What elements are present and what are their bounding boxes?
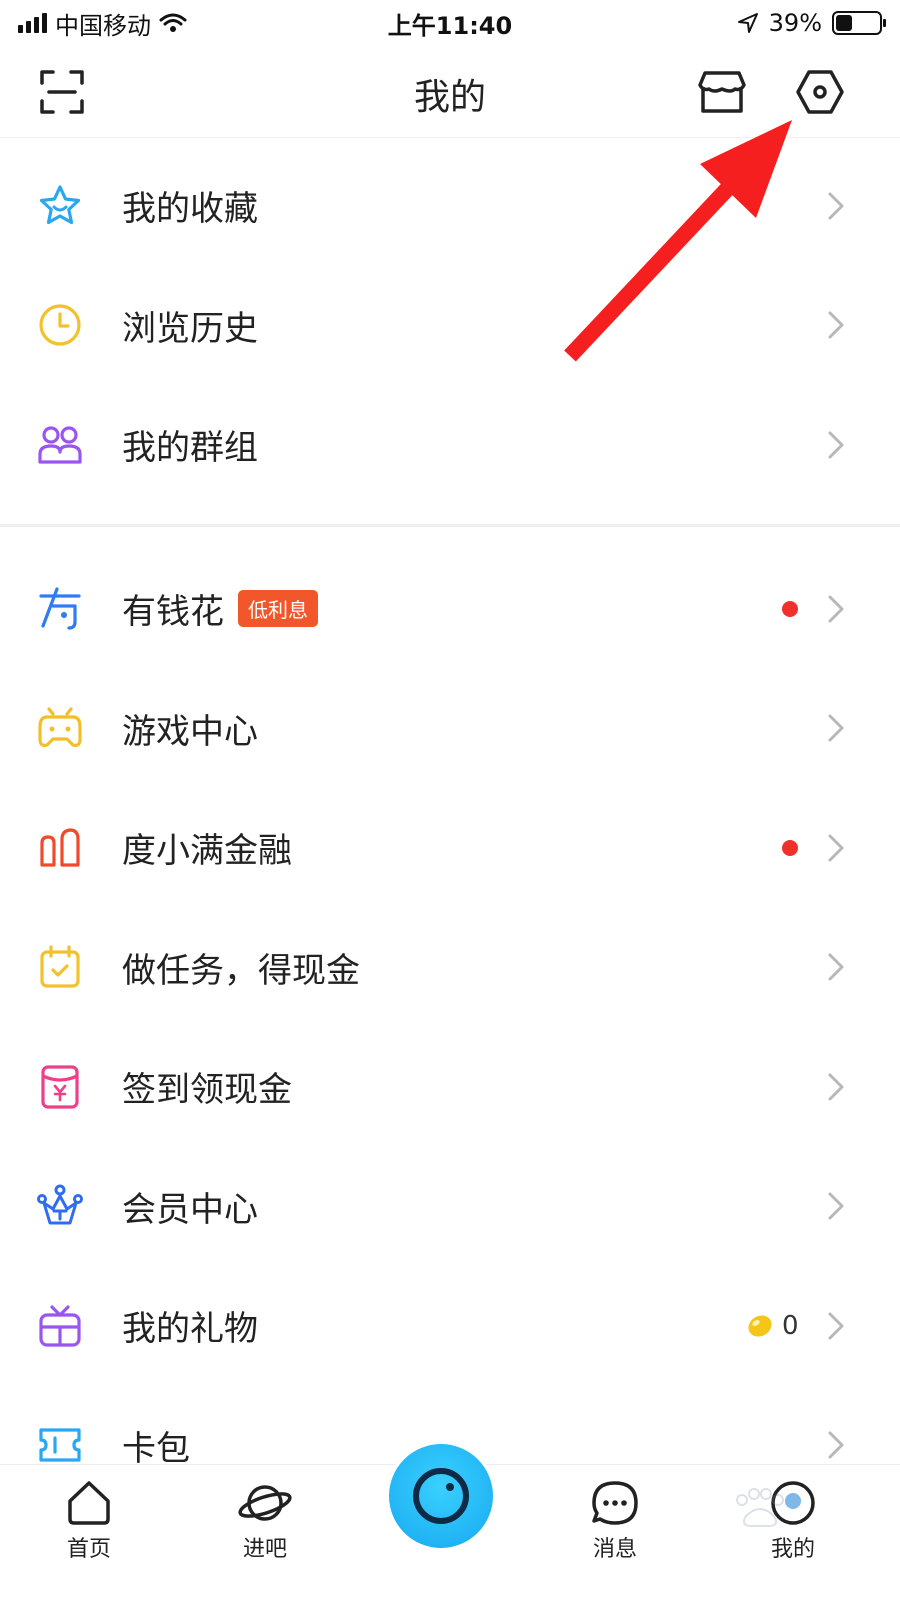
chevron-right-icon (828, 431, 844, 459)
duxiaoman-icon (36, 824, 84, 872)
signal-icon (18, 13, 47, 33)
status-right: 39% (737, 9, 886, 37)
gift-count-value: 0 (782, 1310, 799, 1341)
status-left: 中国移动 (18, 6, 187, 41)
chevron-right-icon (828, 834, 844, 862)
gamepad-icon (36, 704, 84, 752)
menu-item-tasks[interactable]: 做任务，得现金 (0, 908, 900, 1028)
menu-section-2: 有钱花 低利息 游戏中心 度小满金融 做任务，得现金 签到领现金 会员中心 我的… (0, 549, 900, 1505)
settings-icon (796, 70, 844, 114)
baidu-watermark-icon (736, 1488, 784, 1527)
chevron-right-icon (828, 1312, 844, 1340)
notification-dot (782, 839, 798, 856)
menu-item-checkin[interactable]: 签到领现金 (0, 1027, 900, 1147)
clock-icon (36, 301, 84, 349)
chevron-right-icon (828, 1073, 844, 1101)
gold-bean-icon (748, 1315, 772, 1337)
section-divider (0, 524, 900, 527)
chevron-right-icon (828, 714, 844, 742)
chevron-right-icon (828, 953, 844, 981)
chevron-right-icon (828, 1431, 844, 1459)
calendar-check-icon (36, 943, 84, 991)
menu-item-label: 有钱花 低利息 (122, 584, 318, 633)
store-icon (698, 71, 746, 113)
tab-messages[interactable]: 消息 (560, 1479, 670, 1563)
camera-icon (389, 1444, 493, 1548)
chevron-right-icon (828, 192, 844, 220)
menu-item-label: 我的群组 (122, 428, 258, 469)
home-icon (68, 1481, 110, 1525)
group-icon (36, 421, 84, 469)
menu-item-label: 我的礼物 (122, 1309, 258, 1350)
tab-home[interactable]: 首页 (34, 1479, 144, 1563)
settings-button[interactable] (792, 64, 848, 120)
tab-label: 首页 (66, 1537, 111, 1562)
message-icon (592, 1481, 638, 1525)
location-arrow-icon (737, 13, 758, 33)
status-bar: 中国移动 上午11:40 39% (0, 0, 900, 46)
menu-item-label: 浏览历史 (122, 308, 258, 349)
page-title: 我的 (413, 77, 486, 118)
store-button[interactable] (694, 64, 750, 120)
menu-item-membership[interactable]: 会员中心 (0, 1147, 900, 1267)
menu-item-groups[interactable]: 我的群组 (0, 385, 900, 505)
notification-dot (782, 600, 798, 617)
menu-item-label: 签到领现金 (122, 1070, 292, 1111)
tab-tieba[interactable]: 进吧 (210, 1479, 320, 1563)
tab-label: 进吧 (242, 1537, 287, 1562)
ticket-icon (36, 1421, 84, 1469)
carrier-name: 中国移动 (55, 11, 151, 40)
chevron-right-icon (828, 311, 844, 339)
header: 我的 (0, 46, 900, 138)
tab-label: 消息 (592, 1537, 637, 1562)
menu-item-label: 游戏中心 (122, 711, 258, 752)
red-envelope-icon (36, 1063, 84, 1111)
menu-item-label: 度小满金融 (122, 831, 292, 872)
planet-icon (238, 1485, 292, 1521)
menu-item-label: 做任务，得现金 (122, 950, 360, 991)
menu-item-label: 我的收藏 (122, 189, 258, 230)
gift-count: 0 (746, 1311, 799, 1341)
menu-item-label: 会员中心 (122, 1189, 258, 1230)
crown-icon (36, 1182, 84, 1230)
menu-item-label: 卡包 (122, 1428, 190, 1469)
menu-item-game-center[interactable]: 游戏中心 (0, 669, 900, 789)
battery-level (836, 15, 853, 31)
wifi-icon (159, 13, 187, 32)
menu-section-1: 我的收藏 浏览历史 我的群组 (0, 146, 900, 505)
low-interest-badge: 低利息 (238, 590, 318, 628)
chevron-right-icon (828, 595, 844, 623)
menu-item-youqianhua[interactable]: 有钱花 低利息 (0, 549, 900, 669)
youqianhua-icon (36, 585, 84, 633)
menu-item-history[interactable]: 浏览历史 (0, 266, 900, 386)
gift-icon (36, 1302, 84, 1350)
camera-button[interactable] (386, 1441, 496, 1551)
menu-item-gifts[interactable]: 我的礼物 0 (0, 1266, 900, 1386)
battery-icon (832, 11, 886, 35)
menu-item-duxiaoman[interactable]: 度小满金融 (0, 788, 900, 908)
star-icon (36, 182, 84, 230)
menu-item-favorites[interactable]: 我的收藏 (0, 146, 900, 266)
chevron-right-icon (828, 1192, 844, 1220)
battery-percent: 39% (768, 9, 822, 37)
